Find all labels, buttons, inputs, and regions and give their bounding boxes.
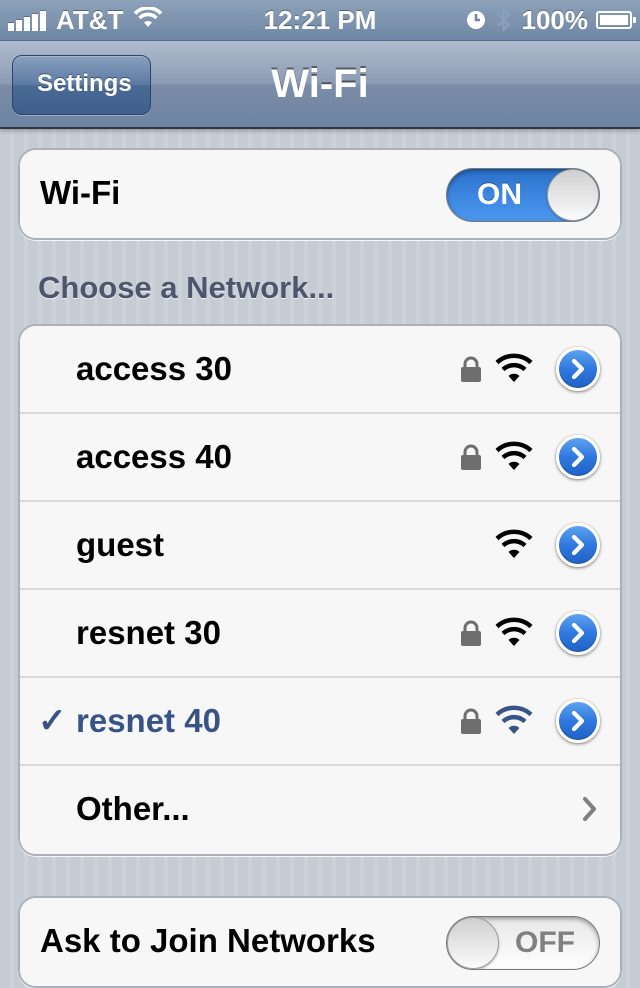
switch-knob bbox=[547, 169, 599, 221]
network-name: guest bbox=[76, 526, 165, 563]
battery-level bbox=[600, 15, 628, 25]
detail-disclosure-button[interactable] bbox=[556, 347, 600, 391]
status-right: 100% bbox=[466, 0, 636, 40]
lock-icon bbox=[460, 356, 482, 382]
network-row-resnet-30[interactable]: resnet 30 bbox=[20, 590, 620, 678]
lock-icon bbox=[460, 708, 482, 734]
network-row-access-40[interactable]: access 40 bbox=[20, 414, 620, 502]
battery-icon bbox=[596, 11, 636, 29]
wifi-signal-icon bbox=[494, 704, 534, 736]
battery-percentage: 100% bbox=[521, 4, 589, 35]
alarm-clock-icon bbox=[466, 10, 486, 30]
other-network-label: Other... bbox=[76, 790, 190, 827]
network-name: access 30 bbox=[76, 350, 232, 387]
section-header-choose-network: Choose a Network... bbox=[38, 270, 335, 305]
detail-disclosure-button[interactable] bbox=[556, 699, 600, 743]
wifi-signal-icon bbox=[494, 352, 534, 384]
wifi-toggle-group: Wi-Fi ON bbox=[18, 148, 622, 240]
network-name: resnet 30 bbox=[76, 614, 221, 651]
wifi-toggle-label: Wi-Fi bbox=[40, 174, 121, 211]
detail-disclosure-button[interactable] bbox=[556, 523, 600, 567]
ask-to-join-group: Ask to Join Networks OFF bbox=[18, 896, 622, 988]
chevron-right-icon bbox=[582, 796, 598, 827]
network-row-resnet-40[interactable]: ✓ resnet 40 bbox=[20, 678, 620, 766]
wifi-signal-icon bbox=[494, 528, 534, 560]
network-name: access 40 bbox=[76, 438, 232, 475]
bluetooth-icon bbox=[496, 7, 512, 33]
wifi-switch[interactable]: ON bbox=[446, 168, 600, 222]
detail-disclosure-button[interactable] bbox=[556, 435, 600, 479]
ask-to-join-label: Ask to Join Networks bbox=[40, 922, 376, 959]
lock-icon bbox=[460, 620, 482, 646]
wifi-signal-icon bbox=[494, 440, 534, 472]
network-row-guest[interactable]: guest bbox=[20, 502, 620, 590]
ask-to-join-switch-state: OFF bbox=[515, 926, 575, 959]
wifi-signal-icon bbox=[494, 616, 534, 648]
lock-icon bbox=[460, 444, 482, 470]
network-name-selected: resnet 40 bbox=[76, 702, 221, 739]
network-list: access 30 access 40 guest resnet 30 ✓ re… bbox=[18, 324, 622, 856]
status-bar: AT&T 12:21 PM 100% bbox=[0, 0, 640, 41]
detail-disclosure-button[interactable] bbox=[556, 611, 600, 655]
switch-knob bbox=[447, 917, 499, 969]
back-button-label: Settings bbox=[37, 70, 132, 97]
network-row-other[interactable]: Other... bbox=[20, 766, 620, 854]
navigation-bar: Settings Wi-Fi bbox=[0, 41, 640, 129]
ask-to-join-switch[interactable]: OFF bbox=[446, 916, 600, 970]
selected-checkmark-icon: ✓ bbox=[38, 702, 67, 740]
wifi-switch-state: ON bbox=[477, 178, 522, 211]
wifi-toggle-row: Wi-Fi ON bbox=[20, 150, 620, 238]
network-row-access-30[interactable]: access 30 bbox=[20, 326, 620, 414]
ask-to-join-row: Ask to Join Networks OFF bbox=[20, 898, 620, 986]
